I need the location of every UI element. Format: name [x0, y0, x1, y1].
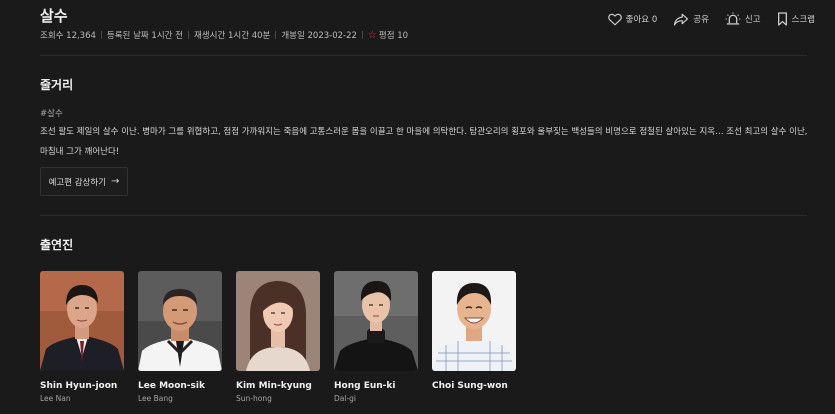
share-label: 공유: [693, 15, 709, 25]
cast-card[interactable]: Kim Min-kyung Sun-hong: [236, 271, 320, 403]
page-title: 살수: [40, 7, 68, 25]
scrap-button[interactable]: 스크랩: [777, 12, 815, 26]
synopsis-text: 조선 팔도 제일의 살수 이난. 병마가 그를 위협하고, 점점 가까워지는 죽…: [40, 127, 808, 157]
cast-heading: 출연진: [40, 238, 74, 252]
movie-detail-page: 살수 조회수 12,364 등록된 날짜 1시간 전 재생시간 1시간 40분 …: [0, 0, 835, 414]
actor-portrait: [334, 271, 418, 371]
cast-card[interactable]: Shin Hyun-joon Lee Nan: [40, 271, 124, 403]
siren-icon: [725, 12, 741, 25]
cast-name[interactable]: Kim Min-kyung: [236, 381, 320, 391]
header: 살수 조회수 12,364 등록된 날짜 1시간 전 재생시간 1시간 40분 …: [40, 5, 815, 45]
plot-heading: 줄거리: [40, 78, 74, 92]
cast-photo[interactable]: [236, 271, 320, 371]
actor-portrait: [432, 271, 516, 371]
actor-portrait: [138, 271, 222, 371]
meta-separator: [275, 31, 277, 39]
cast-photo[interactable]: [40, 271, 124, 371]
share-button[interactable]: 공유: [673, 13, 709, 26]
meta-info: 조회수 12,364 등록된 날짜 1시간 전 재생시간 1시간 40분 개봉일…: [40, 29, 409, 42]
cast-card[interactable]: Hong Eun-ki Dal-gi: [334, 271, 418, 403]
cast-photo[interactable]: [432, 271, 516, 371]
report-button[interactable]: 신고: [725, 12, 761, 26]
watch-trailer-button[interactable]: 예고편 감상하기 →: [40, 167, 128, 196]
cast-card[interactable]: Lee Moon-sik Lee Bang: [138, 271, 222, 403]
cast-role: Lee Bang: [138, 394, 173, 403]
cast-role: Sun-hong: [236, 394, 272, 403]
meta-separator: [187, 31, 189, 39]
cast-name[interactable]: Choi Sung-won: [432, 381, 516, 391]
cast-photo[interactable]: [334, 271, 418, 371]
cast-name[interactable]: Shin Hyun-joon: [40, 381, 124, 391]
like-label: 좋아요 0: [625, 15, 658, 25]
meta-separator: [100, 31, 102, 39]
cast-list: Shin Hyun-joon Lee Nan Lee Moon-sik Lee …: [40, 271, 530, 403]
cast-name[interactable]: Hong Eun-ki: [334, 381, 418, 391]
scrap-label: 스크랩: [791, 15, 815, 25]
rating: 평점 10: [378, 31, 409, 41]
cast-role: Dal-gi: [334, 394, 357, 403]
cast-role: Lee Nan: [40, 394, 71, 403]
runtime: 재생시간 1시간 40분: [193, 31, 271, 41]
like-button[interactable]: 좋아요 0: [607, 13, 658, 26]
action-bar: 좋아요 0 공유 신고 스크랩: [592, 12, 815, 26]
release-date: 개봉일 2023-02-22: [281, 31, 357, 41]
meta-separator: [361, 31, 363, 39]
trailer-button-label: 예고편 감상하기: [48, 177, 107, 188]
cast-photo[interactable]: [138, 271, 222, 371]
cast-name[interactable]: Lee Moon-sik: [138, 381, 222, 391]
share-icon: [674, 13, 689, 25]
registered-date: 등록된 날짜 1시간 전: [106, 31, 183, 41]
cast-card[interactable]: Choi Sung-won: [432, 271, 516, 403]
heart-icon: [607, 13, 622, 26]
star-icon: ☆: [367, 29, 377, 41]
actor-portrait: [236, 271, 320, 371]
bookmark-icon: [777, 12, 787, 26]
actor-portrait: [40, 271, 124, 371]
view-count: 조회수 12,364: [40, 31, 96, 41]
arrow-right-icon: →: [111, 176, 120, 187]
report-label: 신고: [744, 15, 761, 25]
divider: [40, 55, 807, 56]
divider: [40, 215, 807, 216]
hashtag[interactable]: #살수: [40, 107, 63, 119]
